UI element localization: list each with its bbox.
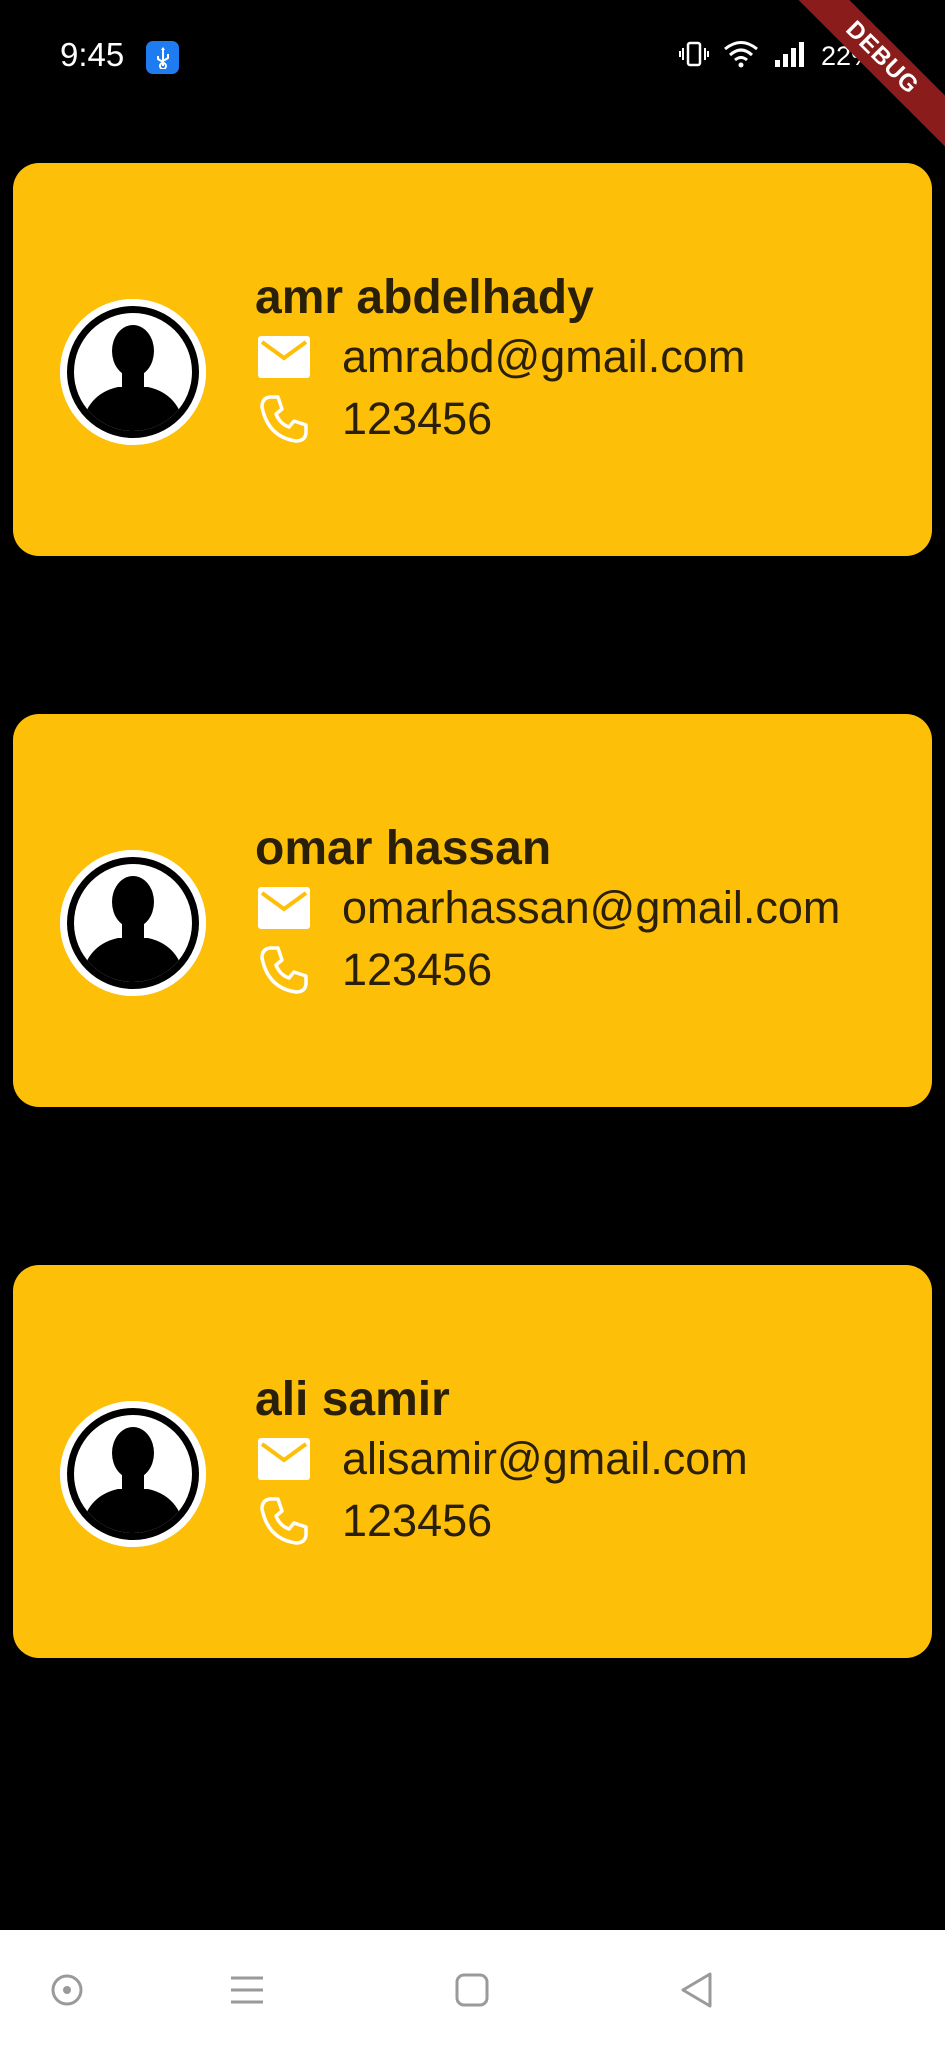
contact-email[interactable]: amrabd@gmail.com <box>342 331 745 383</box>
contact-email[interactable]: omarhassan@gmail.com <box>342 882 840 934</box>
email-row[interactable]: alisamir@gmail.com <box>255 1433 748 1485</box>
contact-name: ali samir <box>255 1373 450 1426</box>
phone-icon <box>255 393 313 445</box>
contact-name: omar hassan <box>255 822 552 875</box>
status-time: 9:45 <box>60 36 125 73</box>
contact-card[interactable]: omar hassan omarhassan@gmail.com 123456 <box>13 714 932 1107</box>
avatar <box>60 1401 206 1547</box>
vibrate-icon <box>678 40 709 73</box>
phone-row[interactable]: 123456 <box>255 1495 492 1547</box>
contact-email[interactable]: alisamir@gmail.com <box>342 1433 748 1485</box>
email-row[interactable]: omarhassan@gmail.com <box>255 882 840 934</box>
back-icon[interactable] <box>671 1965 721 2015</box>
person-silhouette-icon <box>60 1401 206 1547</box>
avatar <box>60 299 206 445</box>
wifi-icon <box>723 40 759 73</box>
phone-icon <box>255 1495 313 1547</box>
contact-phone[interactable]: 123456 <box>342 393 492 445</box>
contact-phone[interactable]: 123456 <box>342 944 492 996</box>
person-silhouette-icon <box>60 850 206 996</box>
phone-row[interactable]: 123456 <box>255 944 492 996</box>
contact-card[interactable]: amr abdelhady amrabd@gmail.com 123456 <box>13 163 932 556</box>
phone-icon <box>255 944 313 996</box>
mail-icon <box>255 882 313 934</box>
menu-icon[interactable] <box>222 1965 272 2015</box>
mail-icon <box>255 1433 313 1485</box>
contact-phone[interactable]: 123456 <box>342 1495 492 1547</box>
app-screen: 9:45 22% DEBUG amr abdelhady amrabd@gmai… <box>0 0 945 2048</box>
assistant-icon[interactable] <box>42 1965 92 2015</box>
debug-banner: DEBUG <box>780 0 945 160</box>
email-row[interactable]: amrabd@gmail.com <box>255 331 745 383</box>
usb-icon <box>146 41 179 74</box>
avatar <box>60 850 206 996</box>
mail-icon <box>255 331 313 383</box>
contact-name: amr abdelhady <box>255 271 594 324</box>
home-icon[interactable] <box>447 1965 497 2015</box>
status-bar: 9:45 22% DEBUG <box>0 0 945 160</box>
phone-row[interactable]: 123456 <box>255 393 492 445</box>
contact-card[interactable]: ali samir alisamir@gmail.com 123456 <box>13 1265 932 1658</box>
signal-icon <box>773 40 807 73</box>
navigation-bar <box>0 1930 945 2048</box>
person-silhouette-icon <box>60 299 206 445</box>
